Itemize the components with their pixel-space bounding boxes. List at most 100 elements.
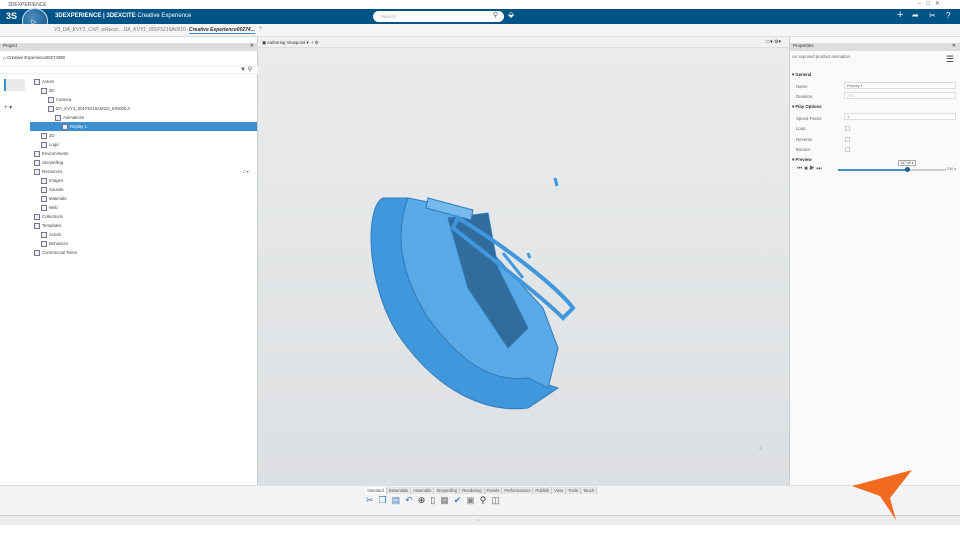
tree-item[interactable]: Resources [30, 167, 257, 176]
tree-item[interactable]: Actors [30, 77, 257, 86]
app-name: Creative Experience [135, 13, 192, 19]
tree-item[interactable]: 3D [30, 86, 257, 95]
thumbnail[interactable] [4, 79, 25, 91]
tab-active[interactable]: Creative Experience00274... [189, 27, 255, 34]
section-preview[interactable]: ▾ Preview [792, 157, 812, 163]
tree-item-label: Actors [49, 232, 62, 237]
tab-document[interactable]: V3_DA_KVY1_CXP_wRecor... DA_KVY1_001F521… [54, 27, 190, 33]
section-preview-label: Preview [795, 157, 812, 162]
tree-item[interactable]: Templates [30, 221, 257, 230]
tree-filter-input[interactable] [0, 66, 258, 74]
tree-item-label: 3D [49, 88, 55, 93]
section-play-options[interactable]: ▾ Play Options [792, 104, 822, 110]
tree-item[interactable]: Storytelling [30, 158, 257, 167]
3d-model[interactable]: ⊥ [258, 48, 789, 485]
tree-item-label: Camera [56, 97, 72, 102]
zoom-icon[interactable]: ⊕ [418, 495, 431, 505]
tree-item[interactable]: Environments [30, 149, 257, 158]
tree-item-label: Storytelling [42, 160, 64, 165]
tree-item[interactable]: Actors [30, 230, 257, 239]
tree-item-icon [41, 87, 47, 94]
action-icons[interactable]: ✂❐▤↶⊕▯▦✔▣⚲◫ [366, 495, 505, 506]
timeline-slider[interactable] [838, 169, 946, 171]
expand-icon[interactable]: ⌄ [476, 516, 481, 523]
filter-icon[interactable]: ▼ ⚲ [240, 66, 252, 73]
action-tab[interactable]: Standard [365, 487, 387, 494]
search-icon[interactable]: ⚲ [493, 11, 498, 19]
tree-item-icon [34, 150, 40, 157]
tree-item-label: Behaviors [49, 241, 69, 246]
viewpoint-select[interactable]: ▣ Authoring Viewpoint ▾ + ⚙ [262, 40, 318, 45]
action-tab[interactable]: View [552, 487, 567, 494]
cut-icon[interactable]: ✂ [366, 495, 379, 505]
action-tab[interactable]: Panels [484, 487, 503, 494]
tree-item-icon [34, 78, 40, 85]
publish-icon[interactable]: ▣ [466, 495, 480, 505]
action-tab[interactable]: Rendering [460, 487, 485, 494]
copy-icon[interactable]: ❐ [379, 495, 392, 505]
loop-checkbox[interactable] [845, 126, 850, 131]
share-icon[interactable]: ➦ [912, 11, 919, 20]
window-title: 3DEXPERIENCE [0, 0, 960, 9]
undo-icon[interactable]: ↶ [405, 495, 418, 505]
speed-factor-field[interactable]: 1 [844, 113, 956, 120]
tree-item[interactable]: Logic [30, 140, 257, 149]
tree-item[interactable]: Sounds [30, 185, 257, 194]
window-controls[interactable]: – □ ✕ [918, 0, 940, 7]
bounce-checkbox[interactable] [845, 147, 850, 152]
paste-icon[interactable]: ▤ [392, 495, 406, 505]
tag-icon[interactable]: ⬙ [508, 10, 514, 19]
tree-item-icon [34, 222, 40, 229]
3d-viewport[interactable]: ⊥ [258, 48, 789, 485]
reverse-label: Reverse [796, 137, 813, 142]
tree-item[interactable]: Animations [30, 113, 257, 122]
add-icon[interactable]: + [897, 9, 903, 21]
project-title: Project [3, 43, 18, 48]
close-icon[interactable]: ✕ [250, 43, 254, 49]
cube-icon[interactable]: ◫ [491, 495, 505, 505]
reverse-checkbox[interactable] [845, 137, 850, 142]
list-icon[interactable]: ▦ [440, 495, 454, 505]
action-tab[interactable]: Essentials [387, 487, 412, 494]
name-label: Name [796, 84, 808, 89]
tree-item-label: 2D [49, 133, 55, 138]
action-tab[interactable]: Storytelling [434, 487, 461, 494]
bounce-label: Bounce [796, 147, 811, 152]
menu-icon[interactable]: ☰ [946, 54, 954, 65]
action-tab[interactable]: Tools [566, 487, 581, 494]
tree-item[interactable]: Commercial Twins [30, 248, 257, 257]
tree-item[interactable]: Replay 1 [30, 122, 257, 131]
tree-item[interactable]: Collections [30, 212, 257, 221]
help-icon[interactable]: ? [946, 11, 950, 20]
tree-item[interactable]: Behaviors [30, 239, 257, 248]
tree-item[interactable]: 2D [30, 131, 257, 140]
add-button[interactable]: + ▾ [4, 104, 24, 114]
tree-item[interactable]: Images [30, 176, 257, 185]
display-options[interactable]: ▭▾ ⚙▾ [765, 37, 781, 48]
action-tab[interactable]: Assemble [411, 487, 435, 494]
check-icon[interactable]: ✔ [454, 495, 467, 505]
duration-field: 230 [844, 92, 956, 99]
project-root[interactable]: ⛬ Creative Experience00274380 [3, 55, 65, 60]
action-tab[interactable]: Publish [533, 487, 553, 494]
book-icon[interactable]: ▯ [430, 495, 440, 505]
tree-item-label: DA_KVY1_001F5216A0010_KIN000.A [56, 106, 131, 111]
timeline-handle[interactable] [904, 167, 910, 172]
search-input[interactable]: Search [373, 11, 504, 22]
section-general[interactable]: ▾ General [792, 72, 811, 78]
tree-item[interactable]: DA_KVY1_001F5216A0010_KIN000.A [30, 104, 257, 113]
tree-item-icon [48, 105, 54, 112]
playback-controls[interactable]: ⏮ ■ ▶ ⏭ [797, 166, 822, 173]
action-tab[interactable]: Performances [502, 487, 534, 494]
hierarchy-icon[interactable]: ⛬▾ [243, 169, 249, 175]
tree-item[interactable]: Materials [30, 194, 257, 203]
add-tab-icon[interactable]: + [259, 26, 263, 32]
tree-item[interactable]: Camera [30, 95, 257, 104]
name-field[interactable]: Replay 1 [844, 82, 956, 89]
end-time: 230 s [947, 167, 957, 171]
search-icon[interactable]: ⚲ [480, 495, 492, 505]
close-icon[interactable]: ✕ [952, 43, 956, 49]
tools-icon[interactable]: ✂ [929, 11, 936, 20]
tree-item[interactable]: Web [30, 203, 257, 212]
action-tab[interactable]: Touch [580, 487, 598, 494]
